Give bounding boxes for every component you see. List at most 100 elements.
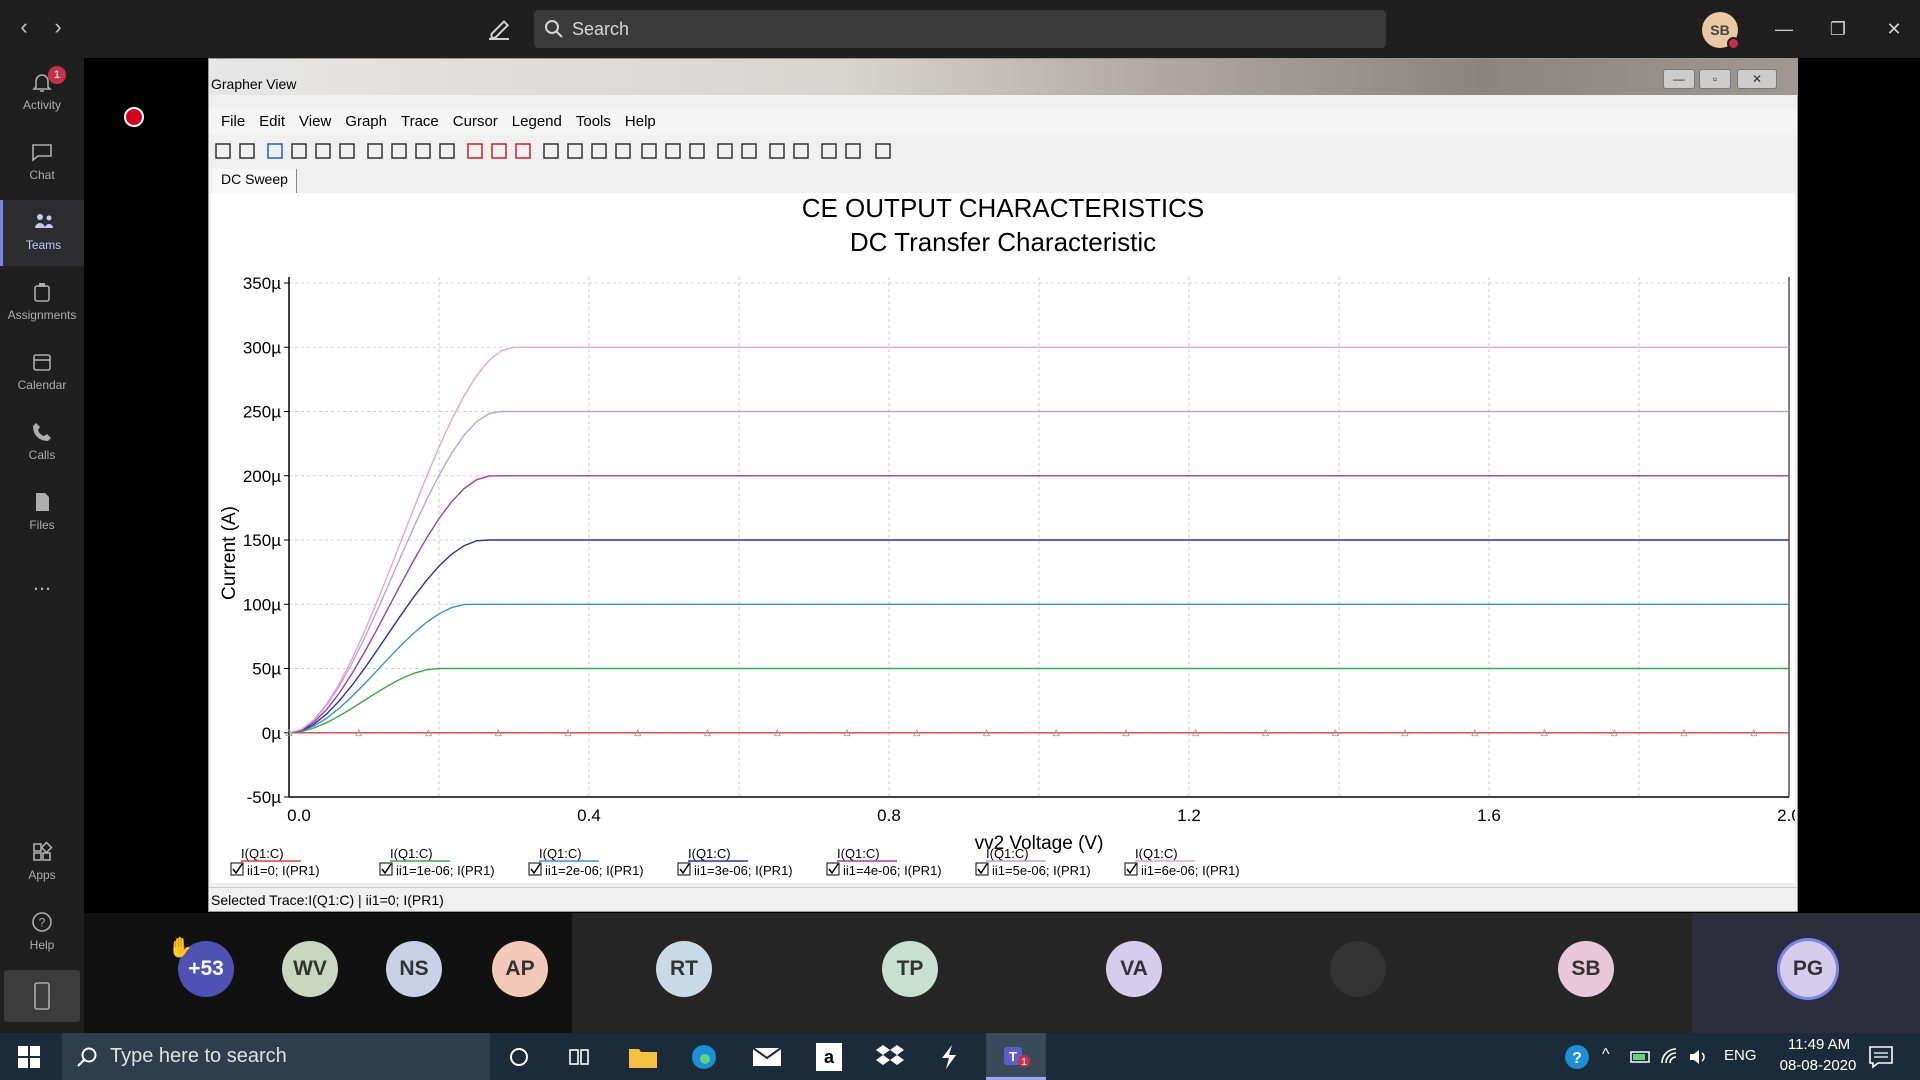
menu-file[interactable]: File — [209, 109, 245, 130]
menu-legend[interactable]: Legend — [500, 109, 562, 130]
label-icon[interactable] — [739, 141, 761, 163]
app-bolt-icon[interactable] — [938, 1043, 960, 1071]
participant-initials: VA — [1120, 957, 1148, 980]
pan-icon[interactable] — [687, 141, 709, 163]
overlay-icon[interactable] — [437, 141, 459, 163]
minimize-icon[interactable]: — — [1764, 12, 1804, 46]
compose-icon[interactable] — [484, 14, 514, 44]
rail-item-teams[interactable]: Teams — [0, 200, 84, 266]
grapher-close-icon[interactable]: ✕ — [1737, 69, 1777, 89]
amazon-icon[interactable]: a — [816, 1043, 842, 1071]
menu-view[interactable]: View — [287, 109, 331, 130]
y-axis-label: Current (A) — [219, 506, 240, 600]
search-icon — [77, 1047, 97, 1067]
svg-text:?: ? — [1572, 1050, 1582, 1067]
grid-icon[interactable] — [365, 141, 387, 163]
restore-icon[interactable]: ❐ — [1818, 12, 1858, 46]
points-icon[interactable] — [489, 141, 511, 163]
menu-cursor[interactable]: Cursor — [441, 109, 498, 130]
clock-time[interactable]: 11:49 AM — [1778, 1036, 1860, 1053]
participant-avatar[interactable]: WV — [282, 941, 338, 997]
battery-icon[interactable] — [1630, 1049, 1652, 1065]
user-initials: SB — [1710, 22, 1730, 38]
clock-date[interactable]: 08-08-2020 — [1768, 1057, 1868, 1074]
open-icon[interactable] — [213, 141, 235, 163]
wifi-icon[interactable] — [1660, 1047, 1682, 1067]
file-explorer-icon[interactable] — [628, 1045, 658, 1069]
forward-arrow-icon[interactable]: › — [46, 14, 70, 40]
mail-icon[interactable] — [752, 1045, 782, 1069]
chevron-up-icon[interactable]: ^ — [1602, 1046, 1610, 1064]
close-icon[interactable]: ✕ — [1874, 12, 1914, 46]
grid-fine-icon[interactable] — [389, 141, 411, 163]
menu-help[interactable]: Help — [613, 109, 656, 130]
paste-icon[interactable] — [337, 141, 359, 163]
cortana-icon[interactable] — [508, 1046, 530, 1068]
rail-item-calls[interactable]: Calls — [0, 410, 84, 476]
user-avatar[interactable]: SB — [1702, 12, 1740, 50]
rail-label: Teams — [25, 238, 62, 252]
copy-icon[interactable] — [313, 141, 335, 163]
grapher-minimize-icon[interactable]: — — [1663, 69, 1695, 89]
participant-photo-avatar[interactable] — [1330, 941, 1386, 997]
files-icon — [36, 493, 49, 511]
task-view-icon[interactable] — [568, 1046, 590, 1068]
text-icon[interactable] — [715, 141, 737, 163]
x-tick-label: 1.6 — [1477, 806, 1501, 825]
undo-icon[interactable] — [265, 141, 287, 163]
svg-text:a: a — [824, 1047, 835, 1067]
menu-graph[interactable]: Graph — [333, 109, 387, 130]
cursor-icon[interactable] — [767, 141, 789, 163]
rail-item-activity[interactable]: 1 Activity — [0, 60, 84, 126]
trace-icon[interactable] — [465, 141, 487, 163]
zoom-x-icon[interactable] — [639, 141, 661, 163]
y-tick-label: -50µ — [247, 788, 282, 807]
volume-icon[interactable] — [1688, 1047, 1710, 1067]
participant-avatar[interactable]: TP — [882, 941, 938, 997]
copy-graph-icon[interactable] — [819, 141, 841, 163]
rail-item-help[interactable]: ? Help — [0, 900, 84, 966]
more-icon: ... — [32, 570, 52, 595]
menu-tools[interactable]: Tools — [564, 109, 611, 130]
zoom-in-icon[interactable] — [541, 141, 563, 163]
markers-icon[interactable] — [513, 141, 535, 163]
rail-item-files[interactable]: Files — [0, 480, 84, 546]
grapher-maximize-icon[interactable]: ▫ — [1699, 69, 1731, 89]
save-icon[interactable] — [237, 141, 259, 163]
participant-avatar[interactable]: PG — [1780, 941, 1836, 997]
tab-dc-sweep[interactable]: DC Sweep — [213, 169, 297, 193]
language-indicator[interactable]: ENG — [1724, 1047, 1757, 1064]
zoom-area-icon[interactable] — [589, 141, 611, 163]
participant-avatar[interactable]: RT — [656, 941, 712, 997]
rail-item-chat[interactable]: Chat — [0, 130, 84, 196]
paste-graph-icon[interactable] — [843, 141, 865, 163]
windows-start-icon[interactable] — [18, 1046, 40, 1068]
participant-avatar[interactable]: SB — [1558, 941, 1614, 997]
zoom-out-icon[interactable] — [565, 141, 587, 163]
stop-icon[interactable] — [873, 141, 895, 163]
rail-item-apps[interactable]: Apps — [0, 830, 84, 896]
back-arrow-icon[interactable]: ‹ — [12, 14, 36, 40]
rail-item-calendar[interactable]: Calendar — [0, 340, 84, 406]
help-tray-icon[interactable]: ? — [1564, 1044, 1590, 1070]
device-button[interactable] — [4, 970, 80, 1022]
zoom-fit-icon[interactable] — [613, 141, 635, 163]
rail-item-more[interactable]: ... — [0, 552, 84, 618]
teams-search-input[interactable]: Search — [534, 10, 1386, 48]
menu-trace[interactable]: Trace — [389, 109, 439, 130]
dropbox-icon[interactable] — [876, 1043, 904, 1069]
cut-icon[interactable] — [289, 141, 311, 163]
taskbar-search-input[interactable]: Type here to search — [62, 1033, 490, 1080]
notifications-icon[interactable] — [1868, 1045, 1894, 1069]
participant-avatar[interactable]: NS — [386, 941, 442, 997]
rail-label: Activity — [22, 98, 61, 112]
edge-icon[interactable] — [690, 1043, 718, 1071]
participant-avatar[interactable]: AP — [492, 941, 548, 997]
teams-taskbar-button[interactable]: T1 — [986, 1033, 1046, 1080]
menu-edit[interactable]: Edit — [247, 109, 285, 130]
bars-icon[interactable] — [413, 141, 435, 163]
export-icon[interactable] — [791, 141, 813, 163]
rail-item-assignments[interactable]: Assignments — [0, 270, 84, 336]
participant-avatar[interactable]: VA — [1106, 941, 1162, 997]
zoom-y-icon[interactable] — [663, 141, 685, 163]
